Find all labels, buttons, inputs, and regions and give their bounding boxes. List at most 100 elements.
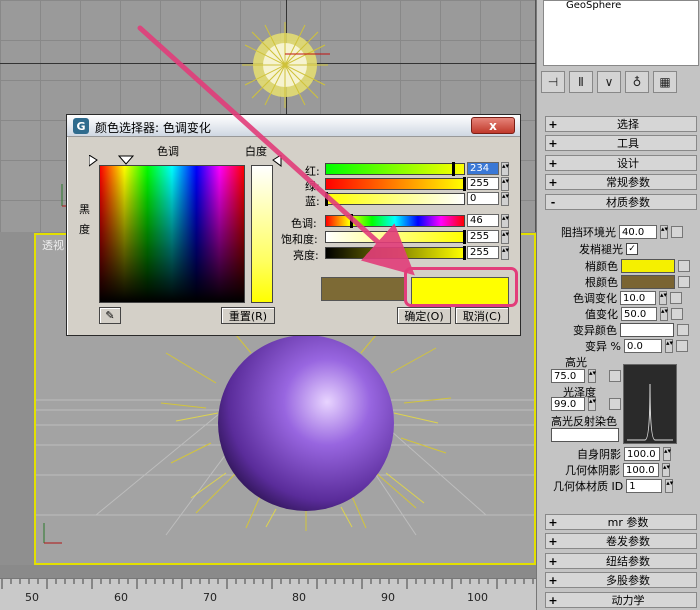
viewport-label[interactable]: 透视 <box>42 237 64 253</box>
spinner-arrows-icon[interactable]: ▴▾ <box>663 447 671 461</box>
map-button[interactable] <box>678 276 690 288</box>
make-unique-icon[interactable]: ∨ <box>597 71 621 93</box>
value-variation-spinner[interactable]: 50.0 <box>621 307 657 321</box>
spinner-arrows-icon[interactable]: ▴▾ <box>501 162 509 176</box>
tip-color-row: 梢颜色 <box>585 258 690 274</box>
self-shadow-spinner[interactable]: 100.0 <box>624 447 660 461</box>
slider-knob[interactable] <box>350 214 353 228</box>
ok-button[interactable]: 确定(O) <box>397 307 451 324</box>
spinner-arrows-icon[interactable]: ▴▾ <box>501 246 509 260</box>
red-slider[interactable] <box>325 163 465 175</box>
slider-knob[interactable] <box>463 177 466 191</box>
dialog-title: 颜色选择器: 色调变化 <box>95 121 211 135</box>
spec-tint-swatch[interactable] <box>551 428 619 442</box>
rollout-styling[interactable]: + 设计 <box>545 155 697 171</box>
persp-axis-gizmo-icon <box>43 523 62 544</box>
remove-modifier-icon[interactable]: ♁ <box>625 71 649 93</box>
hue-slider-label: 色调: <box>291 217 317 230</box>
saturation-value-field[interactable]: 255 <box>467 230 499 243</box>
map-button[interactable] <box>670 292 682 304</box>
root-color-swatch[interactable] <box>621 275 675 289</box>
spinner-arrows-icon[interactable]: ▴▾ <box>501 214 509 228</box>
map-button[interactable] <box>609 398 621 410</box>
hue-variation-row: 色调变化 10.0 ▴▾ <box>573 290 682 306</box>
value-value-field[interactable]: 255 <box>467 246 499 259</box>
rollout-mr-params[interactable]: + mr 参数 <box>545 514 697 530</box>
mutant-percent-row: 变异 % 0.0 ▴▾ <box>585 338 688 354</box>
spinner-arrows-icon[interactable]: ▴▾ <box>660 225 668 239</box>
green-slider[interactable] <box>325 178 465 190</box>
tip-color-swatch[interactable] <box>621 259 675 273</box>
specular-spinner[interactable]: 75.0 <box>551 369 585 383</box>
timeline-ticks <box>1 579 534 589</box>
rollout-dynamics[interactable]: + 动力学 <box>545 592 697 608</box>
spinner-arrows-icon[interactable]: ▴▾ <box>664 339 673 353</box>
rollout-tools[interactable]: + 工具 <box>545 135 697 151</box>
spinner-arrows-icon[interactable]: ▴▾ <box>662 463 670 477</box>
close-button[interactable]: x <box>471 117 515 134</box>
eyedropper-button[interactable]: ✎ <box>99 307 121 324</box>
slider-knob[interactable] <box>452 162 455 176</box>
annotation-highlight-box <box>404 267 518 307</box>
red-value-field[interactable]: 234 <box>467 162 499 175</box>
slider-knob[interactable] <box>463 230 466 244</box>
cancel-button[interactable]: 取消(C) <box>455 307 509 324</box>
map-button[interactable] <box>609 370 621 382</box>
spinner-arrows-icon[interactable]: ▴▾ <box>665 479 673 493</box>
spinner-arrows-icon[interactable]: ▴▾ <box>501 192 509 206</box>
blue-value-field[interactable]: 0 <box>467 192 499 205</box>
spec-tint-label: 高光反射染色 <box>551 415 617 428</box>
whiteness-bar[interactable] <box>251 165 273 303</box>
rollout-general-params[interactable]: + 常规参数 <box>545 174 697 190</box>
value-variation-row: 值变化 50.0 ▴▾ <box>585 306 683 322</box>
original-color-swatch[interactable] <box>321 277 405 301</box>
spinner-arrows-icon[interactable]: ▴▾ <box>588 397 596 411</box>
map-button[interactable] <box>671 226 683 238</box>
tick-label: 80 <box>292 591 306 604</box>
spinner-arrows-icon[interactable]: ▴▾ <box>588 369 596 383</box>
configure-modifiers-icon[interactable]: ▦ <box>653 71 677 93</box>
spinner-arrows-icon[interactable]: ▴▾ <box>659 291 667 305</box>
rollout-multistrand-params[interactable]: + 多股参数 <box>545 572 697 588</box>
blue-slider[interactable] <box>325 193 465 205</box>
hue-blackness-field[interactable] <box>99 165 245 303</box>
object-list[interactable]: GeoSphere <box>543 0 699 66</box>
map-button[interactable] <box>677 324 689 336</box>
rollout-kink-params[interactable]: + 纽结参数 <box>545 553 697 569</box>
slider-knob[interactable] <box>463 246 466 260</box>
geom-shadow-spinner[interactable]: 100.0 <box>623 463 659 477</box>
gloss-row: 99.0 ▴▾ <box>551 397 621 411</box>
hue-slider[interactable] <box>325 215 465 227</box>
green-value-field[interactable]: 255 <box>467 177 499 190</box>
specular-row: 75.0 ▴▾ <box>551 369 621 383</box>
dialog-title-bar[interactable]: G 颜色选择器: 色调变化 x <box>67 115 520 137</box>
emissive-checkbox[interactable]: ✓ <box>626 243 638 255</box>
spinner-arrows-icon[interactable]: ▴▾ <box>660 307 668 321</box>
saturation-slider[interactable] <box>325 231 465 243</box>
map-button[interactable] <box>675 340 688 352</box>
hue-value-field[interactable]: 46 <box>467 214 499 227</box>
spinner-arrows-icon[interactable]: ▴▾ <box>501 177 509 191</box>
rollout-frizz-params[interactable]: + 卷发参数 <box>545 533 697 549</box>
rollout-selection[interactable]: + 选择 <box>545 116 697 132</box>
blue-label: 蓝: <box>305 195 320 208</box>
mutant-color-swatch[interactable] <box>620 323 674 337</box>
pin-stack-icon[interactable]: ⊣ <box>541 71 565 93</box>
map-button[interactable] <box>671 308 683 320</box>
rollout-material-params[interactable]: - 材质参数 <box>545 194 697 210</box>
geom-material-spinner[interactable]: 1 <box>626 479 663 493</box>
map-button[interactable] <box>678 260 690 272</box>
spinner-arrows-icon[interactable]: ▴▾ <box>501 230 509 244</box>
timeline-ruler[interactable]: 50 60 70 80 90 100 <box>0 578 536 610</box>
hue-variation-spinner[interactable]: 10.0 <box>620 291 656 305</box>
occlusion-spinner[interactable]: 40.0 <box>619 225 657 239</box>
mutant-percent-spinner[interactable]: 0.0 <box>623 339 662 353</box>
tick-label: 90 <box>381 591 395 604</box>
slider-knob[interactable] <box>325 192 328 206</box>
gloss-spinner[interactable]: 99.0 <box>551 397 585 411</box>
value-slider[interactable] <box>325 247 465 259</box>
reset-button[interactable]: 重置(R) <box>221 307 275 324</box>
show-end-result-icon[interactable]: Ⅱ <box>569 71 593 93</box>
green-label: 绿: <box>305 180 320 193</box>
object-name[interactable]: GeoSphere <box>566 0 621 11</box>
